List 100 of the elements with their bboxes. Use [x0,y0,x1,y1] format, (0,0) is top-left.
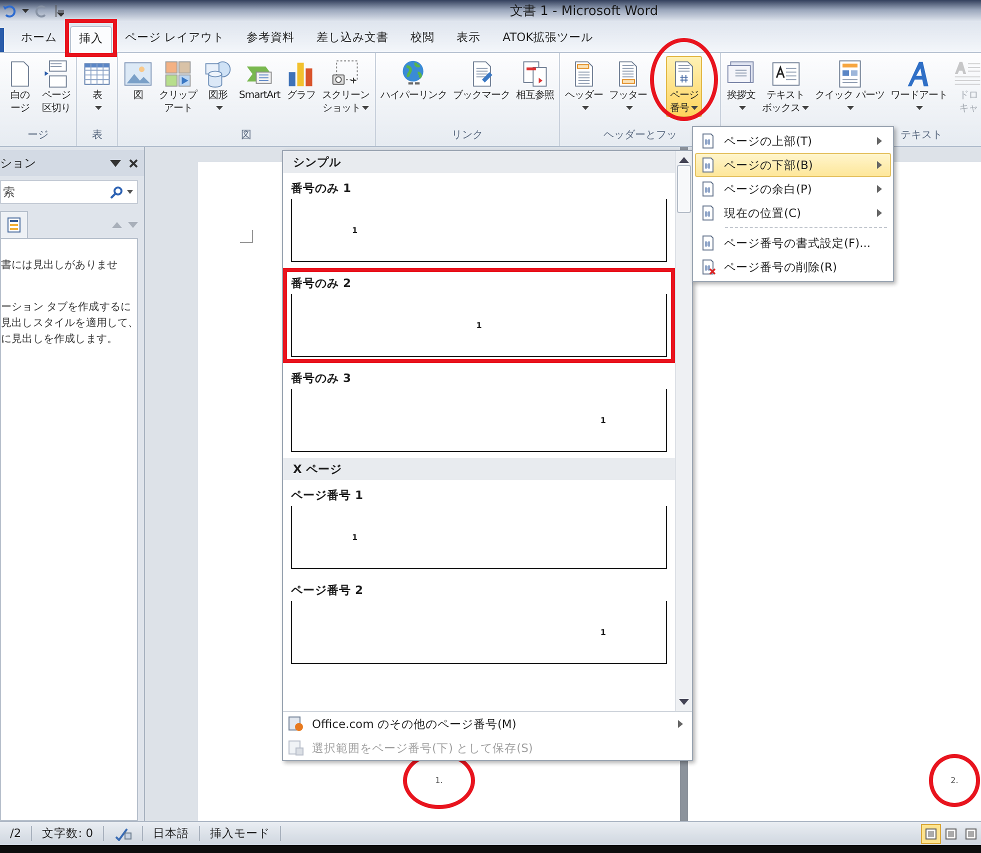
search-box[interactable]: 索 [0,180,138,204]
menu-item[interactable]: ページの下部(B) [695,153,891,177]
submenu-arrow-icon [877,161,882,169]
language: 日本語 [143,826,200,841]
view-button[interactable] [921,824,941,844]
submenu-arrow-icon [877,185,882,193]
page-number-icon [700,133,716,149]
item-label: 番号のみ 2 [291,275,352,292]
shapes-icon [203,59,233,89]
ribbon-button[interactable]: 図 [120,56,156,104]
menu-item[interactable]: ページ番号の書式設定(F)... [695,231,891,255]
ribbon-button[interactable]: ページ 区切り [38,56,74,117]
page-count: /2 [0,826,32,841]
page-number-icon [700,181,716,197]
ribbon-button[interactable]: 表 [79,56,115,117]
gallery-item[interactable]: 番号のみ 1 1 [283,173,675,268]
window-title: 文書 1 - Microsoft Word [510,3,658,20]
group-label: リンク [452,128,484,143]
page-number: 2. [950,775,960,787]
menu-item[interactable]: ページ番号の削除(R) [695,255,891,279]
headings-list-icon [7,217,21,233]
ribbon-button[interactable]: ページ 番号 [666,56,702,117]
ribbon-button[interactable]: 図形 [200,56,236,117]
undo-icon[interactable] [2,4,16,18]
ribbon-button[interactable]: ブックマーク [450,56,514,104]
menu-item[interactable]: ページの上部(T) [695,129,891,153]
group-label: テキスト [900,128,942,143]
caret-icon[interactable] [22,9,29,13]
ribbon-button[interactable]: テキスト ボックス [759,56,812,117]
ribbon-tab[interactable]: 校閲 [402,25,444,52]
scrollbar-thumb[interactable] [677,165,691,213]
ribbon-tab[interactable]: 参考資料 [238,25,304,52]
pane-message: 書には見出しがありませ [1,258,118,273]
dropdown-icon[interactable] [110,160,121,166]
group-label: ヘッダーとフッ [603,128,677,143]
clip-art-icon [163,59,193,89]
ribbon-tab[interactable]: 挿入 [70,26,112,53]
ribbon-tab[interactable]: ホーム [12,25,66,52]
ribbon-button[interactable]: SmartArt [236,56,284,104]
margin-mark [240,230,253,243]
close-icon[interactable] [129,158,138,168]
search-icon[interactable] [110,186,123,198]
section-heading: X ページ [283,458,675,480]
submenu-arrow-icon [877,209,882,217]
item-label: 番号のみ 3 [291,370,352,387]
ribbon-button[interactable]: 相互参照 [513,56,558,104]
proofing-icon[interactable] [114,826,132,840]
preview-number: 1 [352,532,358,542]
item-label: 番号のみ 1 [291,180,352,197]
remove-page-number-icon [700,259,716,275]
ribbon-button[interactable]: フッター [606,56,650,117]
ribbon-tab[interactable]: ATOK拡張ツール [494,25,602,52]
menu-item[interactable]: ページの余白(P) [695,177,891,201]
ribbon-button[interactable]: 白の ージ [2,56,38,117]
ribbon-button[interactable]: ヘッダー [562,56,606,117]
ribbon-button[interactable]: グラフ [283,56,320,104]
gallery-item[interactable]: 番号のみ 3 1 [283,363,675,458]
preview-number: 1 [600,416,606,424]
pane-tab[interactable] [0,211,28,238]
preview-number: 1 [476,320,482,330]
search-input[interactable]: 索 [1,185,106,199]
gallery-item[interactable]: ページ番号 2 1 [283,575,675,670]
ribbon-button[interactable]: ワードアート [887,56,950,117]
ribbon-button[interactable]: スクリーン ショット [319,56,373,117]
document-icon [965,828,977,840]
pane-title: ション [0,154,37,172]
item-label: ページ番号 1 [291,487,364,504]
section-heading: シンプル [283,151,675,173]
ribbon-tab[interactable]: 表示 [448,25,490,52]
page-number: 1. [434,775,444,787]
scrollbar[interactable] [675,151,692,711]
preview-number: 1 [600,628,606,636]
pane-help-text: ーション タブを作成するに 見出しスタイルを適用して、 に見出しを作成します。 [1,300,137,347]
page-layout-icon [925,828,937,840]
save-page-icon [288,740,304,756]
globe-document-icon [288,716,304,732]
item-label: ページ番号 2 [291,582,364,599]
group-label: 図 [241,128,252,143]
ribbon-button[interactable]: クイック パーツ [812,56,888,117]
page-number-icon [700,205,716,221]
ribbon-button[interactable]: ハイパーリンク [378,56,450,104]
group-label: ージ [28,128,48,143]
ribbon-tab[interactable]: 差し込み文書 [308,25,398,52]
word-count: 文字数: 0 [32,826,104,841]
up-arrow-icon[interactable] [679,157,689,163]
gallery-item[interactable]: 番号のみ 2 1 [283,268,675,363]
menu-item[interactable]: Office.com のその他のページ番号(M) [283,712,692,736]
submenu-arrow-icon [877,137,882,145]
menu-item[interactable]: 現在の位置(C) [695,201,891,225]
gallery-item[interactable]: ページ番号 1 1 [283,480,675,575]
ribbon-button[interactable]: クリップ アート [156,56,200,117]
format-page-number-icon [700,235,716,251]
caret-icon[interactable] [127,190,133,194]
page-number-icon [700,157,716,173]
ribbon-tab[interactable]: ページ レイアウト [116,25,234,52]
down-arrow-icon[interactable] [679,699,689,705]
input-mode: 挿入モード [200,826,282,841]
preview-number: 1 [352,226,358,234]
customize-toolbar-icon[interactable] [55,5,64,17]
ribbon-button[interactable]: 挨拶文 [723,56,760,117]
